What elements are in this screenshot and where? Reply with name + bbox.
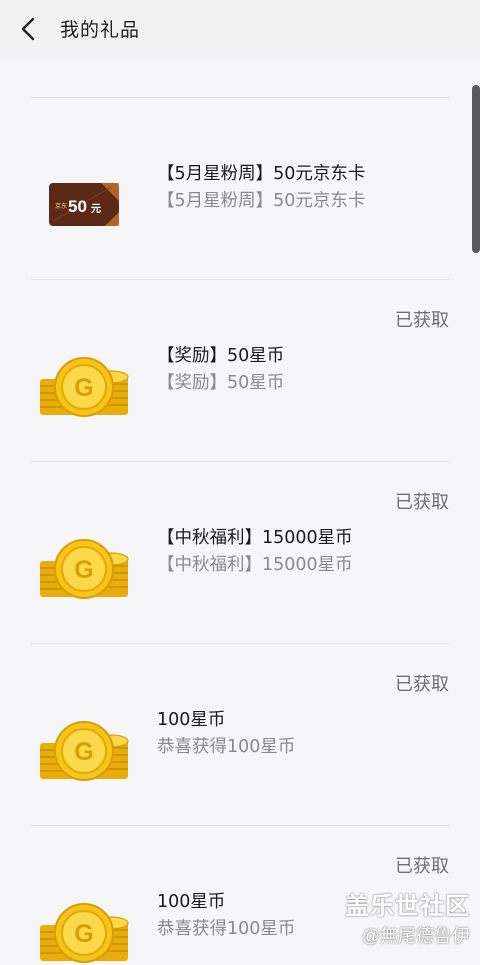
gift-title: 100星币: [157, 710, 226, 730]
gift-subtitle: 【奖励】50星币: [157, 373, 285, 393]
coin-stack-icon: [39, 721, 129, 781]
jd-gift-card: 京东 50 元: [49, 183, 119, 226]
gift-subtitle: 恭喜获得100星币: [157, 919, 296, 939]
app-header: 我的礼品: [0, 0, 480, 58]
coin-stack-icon: [39, 903, 129, 963]
gift-title: 【中秋福利】15000星币: [157, 528, 353, 548]
card-tag: 京东: [55, 202, 67, 210]
gift-title: 【5月星粉周】50元京东卡: [157, 164, 366, 184]
gift-subtitle: 恭喜获得100星币: [157, 737, 296, 757]
gift-subtitle: 【中秋福利】15000星币: [157, 555, 353, 575]
card-unit: 元: [91, 203, 101, 215]
gift-item-jd-card[interactable]: 京东 50 元 【5月星粉周】50元京东卡 【5月星粉周】50元京东卡: [0, 98, 480, 280]
status-badge: 已获取: [395, 856, 449, 877]
back-button[interactable]: [14, 13, 44, 45]
status-badge: 已获取: [395, 674, 449, 695]
page-title: 我的礼品: [60, 19, 141, 41]
coin-stack-icon: [39, 539, 129, 599]
watermark-user: @無尾德鲁伊: [361, 926, 470, 946]
gift-item-coins[interactable]: 已获取 100星币 恭喜获得100星币: [0, 644, 480, 826]
chevron-left-icon: [21, 17, 35, 41]
gift-subtitle: 【5月星粉周】50元京东卡: [157, 191, 366, 211]
scrollbar[interactable]: [472, 85, 480, 253]
watermark-brand: 盖乐世社区: [345, 893, 470, 920]
gift-item-coins[interactable]: 已获取 【奖励】50星币 【奖励】50星币: [0, 280, 480, 462]
coin-stack-icon: [39, 357, 129, 417]
status-badge: 已获取: [395, 492, 449, 513]
gift-title: 100星币: [157, 892, 226, 912]
gift-list[interactable]: 京东 50 元 【5月星粉周】50元京东卡 【5月星粉周】50元京东卡 已获取 …: [0, 58, 480, 965]
gift-title: 【奖励】50星币: [157, 346, 285, 366]
card-amount: 50: [68, 197, 87, 216]
gift-item-coins[interactable]: 已获取 【中秋福利】15000星币 【中秋福利】15000星币: [0, 462, 480, 644]
status-badge: 已获取: [395, 310, 449, 331]
